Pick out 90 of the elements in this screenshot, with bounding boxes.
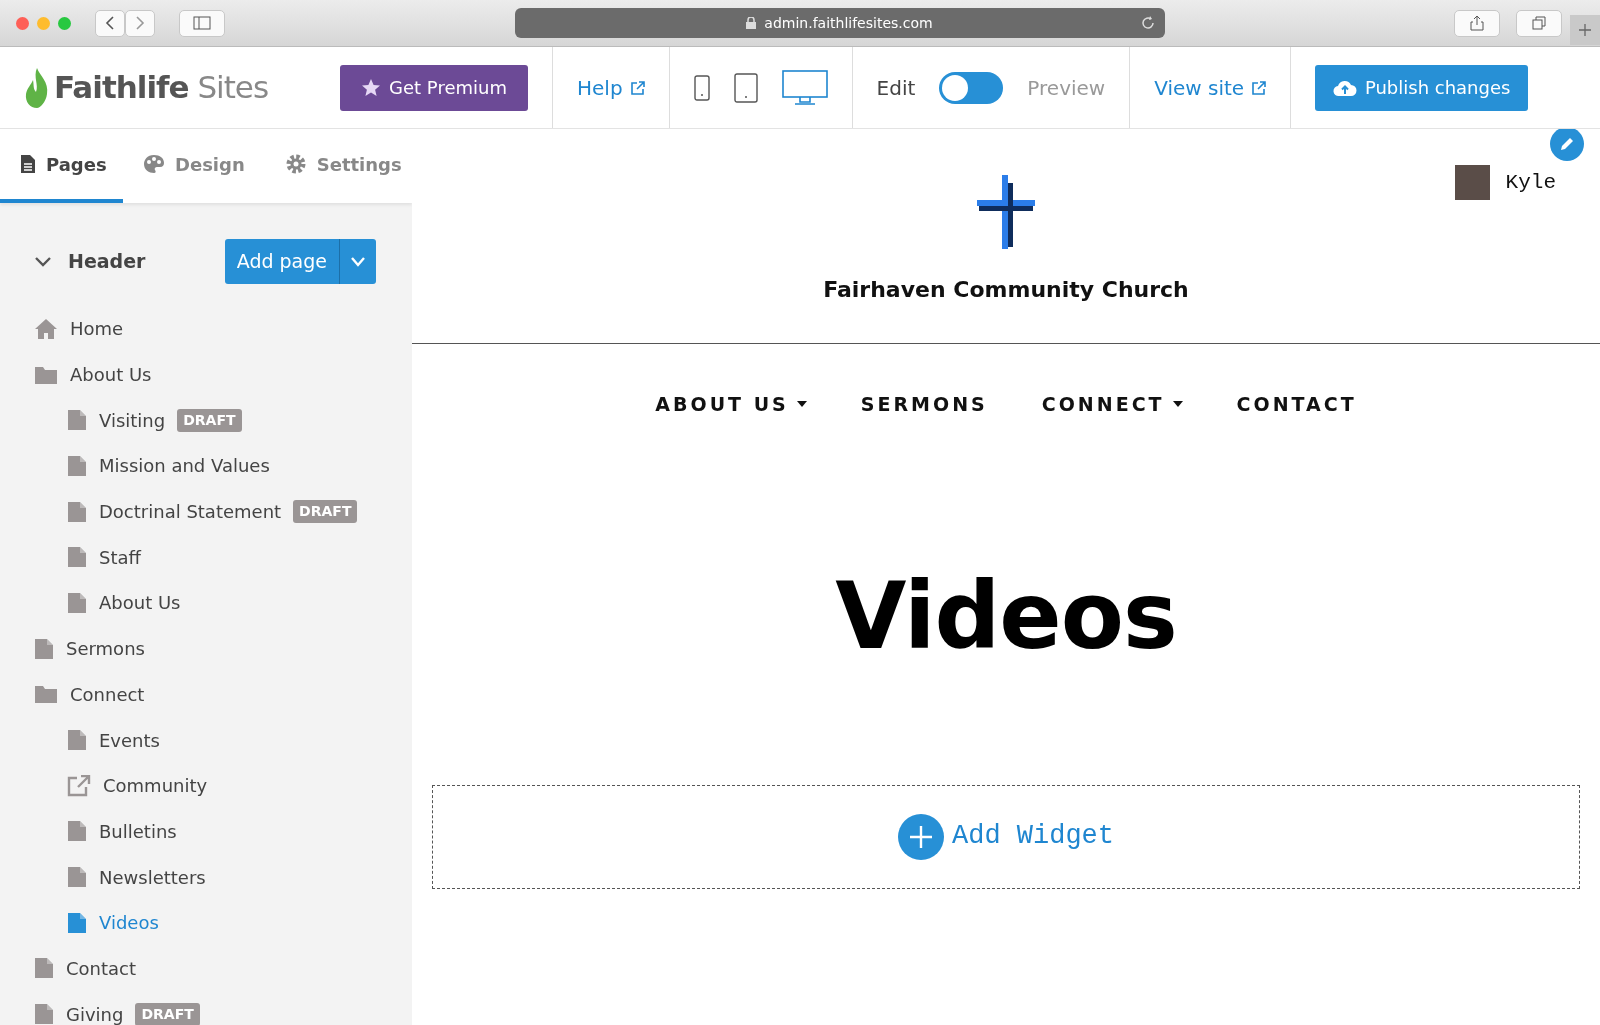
share-button[interactable] [1454, 9, 1500, 37]
caret-down-icon [1172, 401, 1183, 408]
draft-badge: DRAFT [135, 1002, 200, 1025]
page-tree-item[interactable]: Home [34, 306, 412, 352]
star-icon [361, 77, 382, 98]
document-icon [67, 409, 87, 432]
lock-icon [746, 17, 757, 29]
chevron-down-icon [350, 256, 366, 267]
monitor-icon[interactable] [781, 69, 828, 106]
page-tree-item[interactable]: Giving DRAFT [34, 991, 412, 1025]
reload-icon[interactable] [1140, 16, 1155, 30]
site-nav-link[interactable]: CONNECT [1041, 390, 1183, 419]
sidebar-icon [193, 16, 211, 30]
church-name: Fairhaven Community Church [823, 276, 1189, 304]
gear-icon [284, 153, 307, 175]
page-tree-item[interactable]: Doctrinal Statement DRAFT [34, 488, 412, 535]
flame-icon [24, 66, 50, 109]
chevron-down-icon [34, 255, 52, 268]
close-icon[interactable] [16, 16, 29, 30]
home-icon [34, 317, 58, 340]
new-tab-button[interactable] [1570, 15, 1600, 45]
sidebar-tab[interactable]: Pages [0, 129, 123, 203]
add-page-dropdown[interactable] [339, 239, 376, 284]
edit-button[interactable] [1550, 129, 1584, 161]
forward-icon [135, 16, 145, 30]
plus-icon [1579, 24, 1591, 36]
document-icon [20, 154, 36, 174]
document-icon [67, 866, 87, 889]
page-tree-item[interactable]: Connect [34, 671, 412, 718]
view-site-link[interactable]: View site [1154, 72, 1267, 103]
document-icon [67, 454, 87, 477]
sidebar-tab[interactable]: Design [123, 129, 265, 203]
page-tree-item[interactable]: Events [34, 717, 412, 763]
page-tree-item[interactable]: Contact [34, 945, 412, 992]
logo: Faithlife Sites [54, 68, 269, 108]
page-tree-item[interactable]: Mission and Values [34, 443, 412, 489]
section-toggle[interactable]: Header [34, 247, 146, 276]
external-link-icon [67, 774, 91, 797]
folder-icon [34, 684, 58, 705]
plus-circle-icon [898, 813, 944, 860]
external-link-icon [1252, 80, 1267, 95]
folder-icon [34, 364, 58, 385]
add-widget-button[interactable]: Add Widget [892, 812, 1120, 861]
edit-label: Edit [876, 74, 916, 102]
document-icon [34, 637, 54, 660]
page-tree-item[interactable]: Community [34, 762, 412, 809]
tabs-button[interactable] [1516, 9, 1562, 37]
site-nav-link[interactable]: SERMONS [860, 390, 988, 419]
tablet-icon[interactable] [733, 72, 758, 103]
back-button[interactable] [95, 9, 125, 37]
document-icon [67, 546, 87, 569]
tabs-icon [1532, 16, 1546, 30]
back-icon [105, 16, 115, 30]
caret-down-icon [796, 401, 807, 408]
external-link-icon [630, 80, 645, 95]
page-tree-item[interactable]: Bulletins [34, 808, 412, 855]
address-bar[interactable]: admin.faithlifesites.com [514, 8, 1165, 38]
share-icon [1470, 15, 1484, 31]
palette-icon [143, 154, 165, 174]
draft-badge: DRAFT [293, 500, 358, 524]
page-tree-item[interactable]: Visiting DRAFT [34, 397, 412, 444]
document-icon [67, 729, 87, 752]
page-tree-item[interactable]: Staff [34, 534, 412, 581]
user-name: Kyle [1505, 169, 1556, 196]
page-tree-item[interactable]: About Us [34, 580, 412, 626]
document-icon [67, 820, 87, 843]
preview-label: Preview [1027, 74, 1106, 102]
sidebar-toggle-button[interactable] [179, 9, 225, 37]
forward-button[interactable] [125, 9, 155, 37]
phone-icon[interactable] [693, 74, 710, 101]
draft-badge: DRAFT [177, 408, 242, 432]
window-control-icon[interactable] [58, 16, 71, 30]
page-tree-item[interactable]: Newsletters [34, 854, 412, 900]
site-nav-link[interactable]: ABOUT US [655, 390, 807, 419]
mode-toggle[interactable] [939, 71, 1004, 104]
document-icon [34, 957, 54, 980]
page-tree-item[interactable]: About Us [34, 351, 412, 398]
page-tree-item[interactable]: Videos [34, 899, 412, 946]
pencil-icon [1560, 137, 1574, 151]
site-nav-link[interactable]: CONTACT [1236, 390, 1357, 419]
document-icon [67, 591, 87, 614]
page-tree-item[interactable]: Sermons [34, 625, 412, 672]
get-premium-button[interactable]: Get Premium [340, 64, 528, 111]
document-icon [67, 911, 87, 934]
url-text: admin.faithlifesites.com [764, 13, 933, 33]
avatar-placeholder [1454, 165, 1490, 200]
page-title: Videos [834, 570, 1178, 663]
help-link[interactable]: Help [577, 72, 645, 103]
cloud-upload-icon [1332, 78, 1357, 97]
document-icon [67, 500, 87, 523]
